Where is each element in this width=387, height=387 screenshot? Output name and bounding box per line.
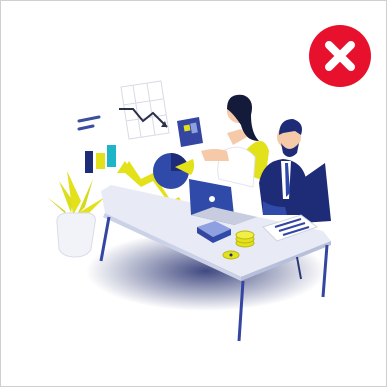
line-graph-icon [119, 80, 170, 140]
woman-figure [201, 94, 269, 188]
pie-chart-icon [153, 153, 195, 189]
bar-chart-icon [77, 115, 116, 173]
image-frame [0, 0, 387, 387]
man-figure [259, 119, 331, 223]
tablet-icon [177, 117, 203, 147]
close-icon[interactable] [309, 25, 371, 87]
close-button[interactable] [309, 25, 371, 87]
plant-icon [47, 171, 105, 258]
